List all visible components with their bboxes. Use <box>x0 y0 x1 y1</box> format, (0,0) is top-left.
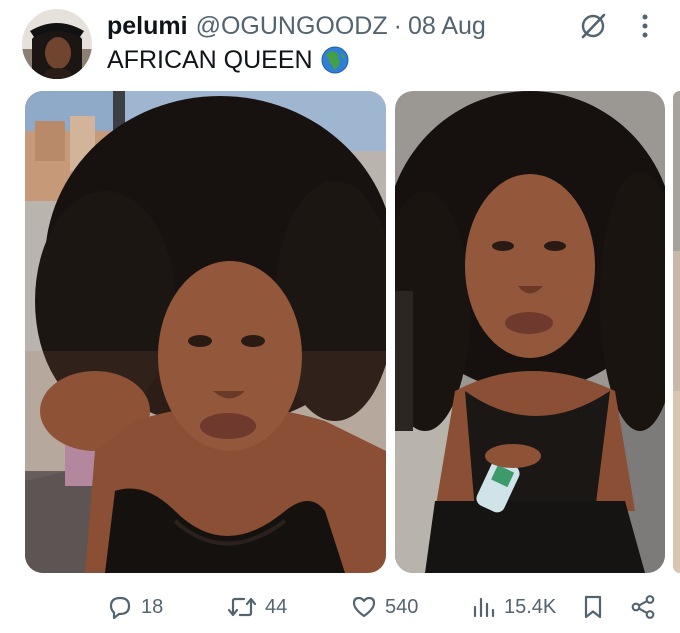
action-bar: 18 44 540 15.4K <box>0 590 680 624</box>
view-count: 15.4K <box>504 595 557 618</box>
more-vertical-icon[interactable] <box>629 10 661 42</box>
reply-icon <box>109 596 131 620</box>
post-text-content: AFRICAN QUEEN <box>107 45 313 74</box>
tweet-header: pelumi @OGUNGOODZ · 08 Aug <box>107 10 486 42</box>
post-date[interactable]: 08 Aug <box>408 12 486 41</box>
globe-africa-emoji <box>321 46 349 74</box>
avatar-image <box>22 9 92 79</box>
user-handle[interactable]: @OGUNGOODZ <box>196 12 388 41</box>
repost-button[interactable]: 44 <box>227 590 287 624</box>
avatar[interactable] <box>22 9 92 79</box>
share-icon <box>631 595 655 619</box>
bookmark-icon <box>584 595 602 619</box>
bookmark-button[interactable] <box>582 590 604 624</box>
photo-2-image <box>395 91 665 573</box>
media-photo-2[interactable] <box>395 91 665 573</box>
photo-1-image <box>25 91 386 573</box>
repost-icon <box>227 597 257 617</box>
like-button[interactable]: 540 <box>351 590 418 624</box>
views-button[interactable]: 15.4K <box>472 590 556 624</box>
reply-button[interactable]: 18 <box>107 590 163 624</box>
grok-icon[interactable] <box>577 10 609 42</box>
reply-count: 18 <box>141 595 164 618</box>
heart-icon <box>352 596 376 618</box>
display-name[interactable]: pelumi <box>107 12 188 41</box>
share-button[interactable] <box>630 590 656 624</box>
post-text: AFRICAN QUEEN <box>107 44 349 76</box>
like-count: 540 <box>385 595 419 618</box>
photo-3-image <box>673 91 680 573</box>
media-photo-3[interactable] <box>673 91 680 573</box>
repost-count: 44 <box>265 595 288 618</box>
media-photo-1[interactable] <box>25 91 386 573</box>
header-separator: · <box>393 11 402 40</box>
tweet[interactable]: pelumi @OGUNGOODZ · 08 Aug AFRICAN QUEEN <box>0 0 680 633</box>
analytics-icon <box>473 597 495 618</box>
